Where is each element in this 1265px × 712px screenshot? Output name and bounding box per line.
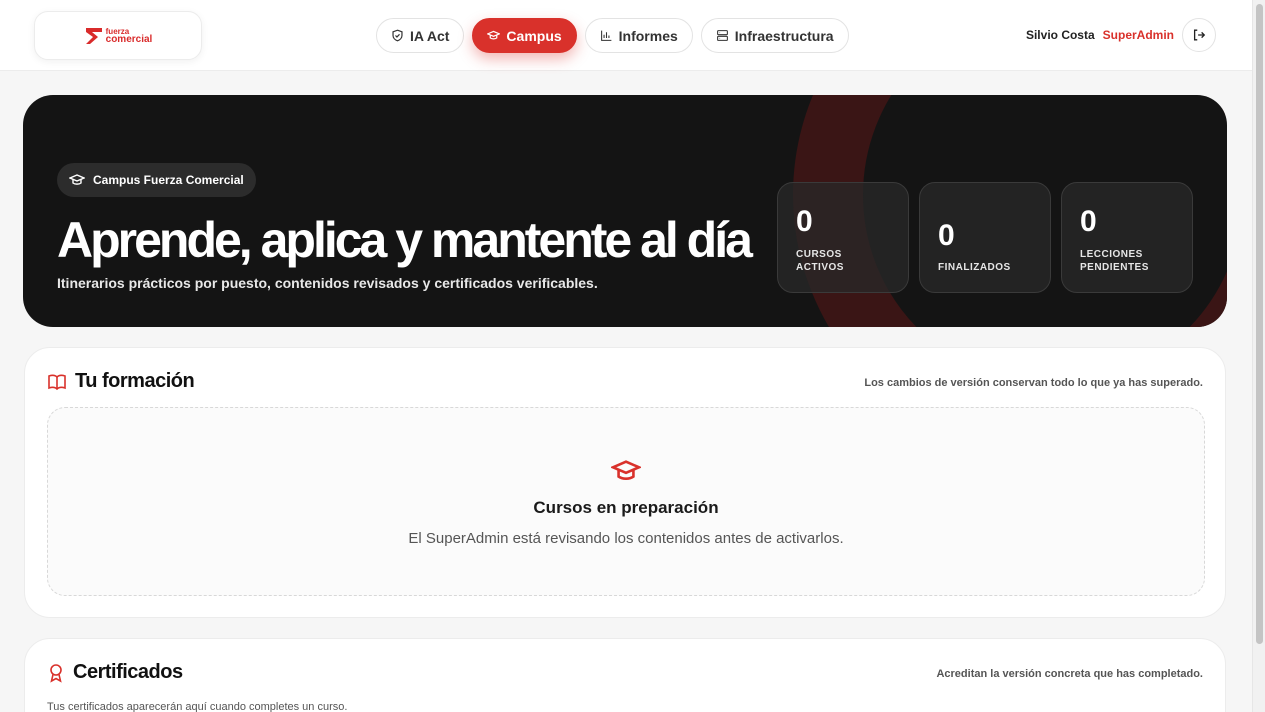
stat-label-line2: PENDIENTES — [1080, 262, 1149, 273]
certificados-card: Certificados Acreditan la versión concre… — [24, 638, 1226, 712]
stat-value: 0 — [1080, 205, 1097, 238]
fuerza-comercial-logo: fuerza comercial — [84, 26, 153, 46]
logout-button[interactable] — [1182, 18, 1216, 52]
logo-card[interactable]: fuerza comercial — [34, 11, 202, 60]
user-area: Silvio Costa SuperAdmin — [1026, 18, 1216, 52]
nav-ia-act-label: IA Act — [410, 27, 450, 44]
stat-cursos-activos: 0 CURSOS ACTIVOS — [777, 182, 909, 293]
stat-value: 0 — [796, 205, 813, 238]
stat-value: 0 — [938, 219, 955, 252]
graduation-cap-icon — [487, 30, 501, 40]
nav-campus-label: Campus — [506, 27, 562, 44]
hero-subtitle: Itinerarios prácticos por puesto, conten… — [57, 275, 598, 291]
stat-label: FINALIZADOS — [938, 261, 1011, 274]
nav-informes[interactable]: Informes — [584, 18, 693, 53]
stat-label-line1: LECCIONES — [1080, 249, 1143, 260]
stat-label: LECCIONES PENDIENTES — [1080, 248, 1149, 274]
logout-icon — [1193, 29, 1206, 41]
stat-label-line1: FINALIZADOS — [938, 262, 1011, 273]
bar-chart-icon — [600, 30, 612, 41]
user-role: SuperAdmin — [1102, 28, 1174, 42]
nav-informes-label: Informes — [618, 27, 678, 44]
nav-infraestructura[interactable]: Infraestructura — [700, 18, 849, 53]
nav-campus[interactable]: Campus — [472, 18, 577, 53]
scrollbar-thumb[interactable] — [1256, 4, 1263, 644]
formacion-note: Los cambios de versión conservan todo lo… — [864, 377, 1203, 389]
certificados-note: Acreditan la versión concreta que has co… — [936, 668, 1203, 680]
stat-lecciones-pendientes: 0 LECCIONES PENDIENTES — [1061, 182, 1193, 293]
main-nav: IA Act Campus Informes Infraestructura — [376, 18, 849, 53]
shield-icon — [392, 29, 403, 42]
hero-stats: 0 CURSOS ACTIVOS 0 FINALIZADOS 0 LECCION… — [777, 182, 1193, 293]
stat-label: CURSOS ACTIVOS — [796, 248, 844, 274]
empty-state: Cursos en preparación El SuperAdmin está… — [47, 407, 1205, 596]
server-icon — [716, 30, 728, 41]
stat-finalizados: 0 FINALIZADOS — [919, 182, 1051, 293]
stat-label-line1: CURSOS — [796, 249, 842, 260]
page-scrollbar[interactable] — [1252, 0, 1265, 712]
nav-ia-act[interactable]: IA Act — [376, 18, 465, 53]
book-icon — [48, 374, 66, 390]
logo-text-line2: comercial — [105, 33, 153, 45]
user-name: Silvio Costa — [1025, 28, 1095, 42]
graduation-cap-icon — [611, 460, 641, 480]
award-icon — [50, 663, 62, 683]
hero-banner: Campus Fuerza Comercial Aprende, aplica … — [23, 95, 1227, 327]
hero-title: Aprende, aplica y mantente al día — [57, 212, 753, 268]
empty-state-text: El SuperAdmin está revisando los conteni… — [408, 530, 844, 547]
formacion-card: Tu formación Los cambios de versión cons… — [24, 347, 1226, 618]
certificados-text: Tus certificados aparecerán aquí cuando … — [47, 701, 348, 712]
nav-infraestructura-label: Infraestructura — [734, 27, 834, 44]
hero-badge: Campus Fuerza Comercial — [57, 163, 256, 197]
formacion-title: Tu formación — [75, 370, 195, 392]
empty-state-title: Cursos en preparación — [533, 498, 719, 517]
stat-label-line2: ACTIVOS — [796, 262, 844, 273]
certificados-title: Certificados — [73, 661, 183, 683]
hero-badge-label: Campus Fuerza Comercial — [93, 173, 244, 187]
top-bar: fuerza comercial IA Act Campus Informes … — [0, 0, 1252, 71]
graduation-cap-icon — [69, 174, 85, 185]
logo-mark-icon — [85, 27, 102, 44]
